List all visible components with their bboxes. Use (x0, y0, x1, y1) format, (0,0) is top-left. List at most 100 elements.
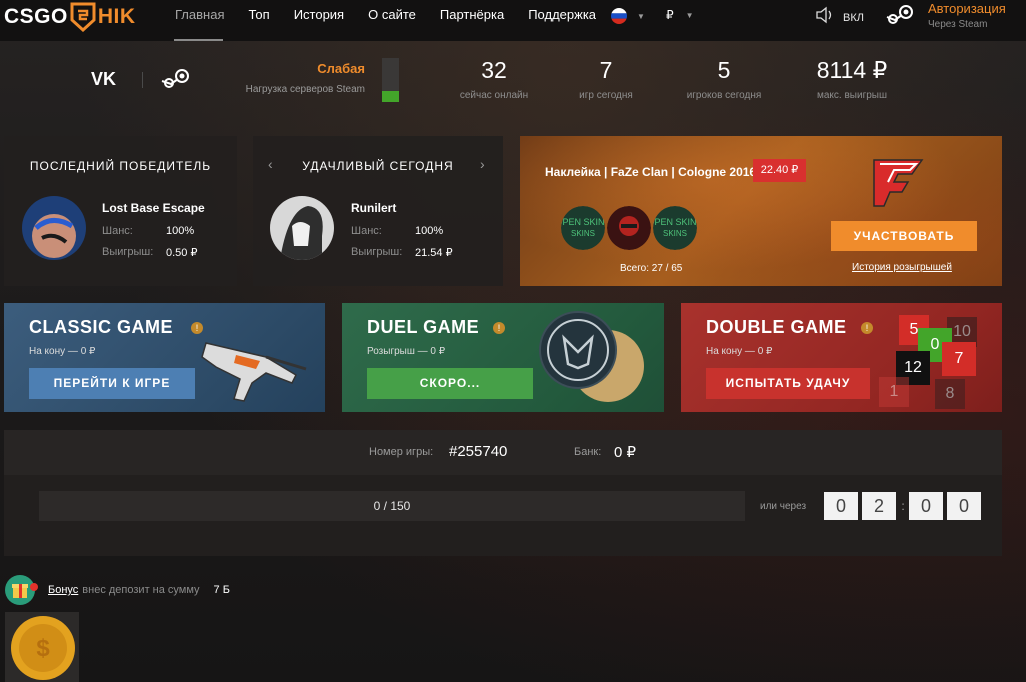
stat-value: 32 (481, 57, 507, 83)
card-title: УДАЧЛИВЫЙ СЕГОДНЯ (302, 159, 454, 173)
site-logo[interactable]: CSGO HIK (4, 0, 136, 34)
bank-value: 0 ₽ (614, 444, 637, 461)
participants-count: Всего: 27 / 65 (620, 263, 683, 274)
stat-online: 32 сейчас онлайн (453, 57, 535, 101)
win-label: Выигрыш: (102, 246, 154, 258)
info-icon[interactable]: ! (861, 322, 873, 334)
bonus-text: внес депозит на сумму (82, 584, 200, 596)
stat-games-today: 7 игр сегодня (564, 57, 648, 101)
bonus-amount: 7 Б (213, 584, 230, 596)
game-title: DOUBLE GAME (706, 317, 847, 337)
participant-avatar[interactable]: OPEN SKINS SKINS (653, 206, 697, 250)
svg-text:SKINS: SKINS (663, 229, 687, 238)
chevron-right-icon[interactable]: › (480, 156, 485, 172)
card-title: ПОСЛЕДНИЙ ПОБЕДИТЕЛЬ (29, 159, 212, 173)
double-game-panel: DOUBLE GAME ! На кону — 0 ₽ ИСПЫТАТЬ УДА… (681, 303, 1002, 412)
nav-item-top[interactable]: Топ (236, 0, 281, 41)
lucky-today-card: ‹ УДАЧЛИВЫЙ СЕГОДНЯ › Runilert Шанс: 100… (253, 136, 503, 286)
server-load-label: Нагрузка серверов Steam (245, 84, 365, 95)
winner-name[interactable]: Lost Base Escape (102, 201, 205, 215)
game-number-value: #255740 (449, 443, 508, 460)
bonus-notice: Бонус внес депозит на сумму 7 Б (5, 575, 230, 605)
chance-label: Шанс: (351, 225, 382, 237)
price-badge: 22.40 ₽ (753, 159, 806, 182)
top-navigation-bar: CSGO HIK Главная Топ История О сайте Пар… (0, 0, 1026, 41)
steam-icon[interactable] (160, 68, 192, 95)
participant-avatar[interactable]: OPEN SKINS SKINS (561, 206, 605, 250)
game-pot: На кону — 0 ₽ (706, 346, 773, 357)
russia-flag-icon (611, 8, 627, 24)
giveaway-history-link[interactable]: История розыгрышей (852, 262, 952, 273)
game-number-label: Номер игры: (369, 446, 434, 458)
timer-digit: 0 (947, 492, 981, 520)
main-nav: Главная Топ История О сайте Партнёрка По… (163, 0, 608, 41)
stat-players-today: 5 игроков сегодня (676, 57, 772, 101)
duel-game-panel: DUEL GAME ! Розыгрыш — 0 ₽ СКОРО... (342, 303, 664, 412)
giveaway-item-name: Наклейка | FaZe Clan | Cologne 2016 (545, 165, 757, 179)
sound-toggle[interactable]: ВКЛ (815, 6, 864, 29)
chevron-down-icon: ▼ (637, 11, 645, 21)
stat-label: игроков сегодня (686, 90, 762, 101)
login-title: Авторизация (928, 1, 1006, 16)
win-value: 21.54 ₽ (415, 247, 453, 259)
giveaway-banner: Наклейка | FaZe Clan | Cologne 2016 22.4… (520, 136, 1002, 286)
rifle-icon (196, 323, 316, 408)
coin-widget[interactable]: $ (5, 612, 79, 682)
chip-text: OPEN SKINS (653, 217, 697, 227)
vk-icon[interactable]: VK (91, 69, 116, 90)
stat-value: 5 (717, 57, 731, 83)
classic-game-panel: CLASSIC GAME ! На кону — 0 ₽ ПЕРЕЙТИ К И… (4, 303, 325, 412)
nav-item-partners[interactable]: Партнёрка (428, 0, 516, 41)
avatar[interactable] (270, 196, 334, 260)
current-game-panel: Номер игры: #255740 Банк: 0 ₽ 0 / 150 ил… (4, 430, 1002, 556)
stat-label: игр сегодня (579, 90, 633, 101)
timer-digit: 0 (909, 492, 943, 520)
stat-label: сейчас онлайн (459, 90, 529, 101)
game-pot: На кону — 0 ₽ (29, 346, 96, 357)
svg-text:SKINS: SKINS (571, 229, 595, 238)
notification-dot (30, 583, 38, 591)
server-load-bar (382, 58, 399, 102)
chance-value: 100% (166, 225, 195, 237)
chip-text: OPEN SKINS (561, 217, 605, 227)
double-try-luck-button[interactable]: ИСПЫТАТЬ УДАЧУ (706, 368, 870, 399)
steam-login[interactable]: Авторизация Через Steam (928, 1, 1006, 30)
player-name[interactable]: Runilert (351, 201, 396, 215)
currency-symbol: ₽ (666, 8, 674, 22)
bank-label: Банк: (574, 446, 602, 458)
currency-selector[interactable]: ₽ ▼ (666, 8, 694, 22)
steam-icon[interactable] (885, 4, 915, 31)
participant-avatar[interactable] (607, 206, 651, 250)
timer-digit: 2 (862, 492, 896, 520)
duel-soon-button[interactable]: СКОРО... (367, 368, 533, 399)
nav-item-history[interactable]: История (282, 0, 356, 41)
timer-label: или через (760, 501, 807, 512)
cs-emblem-icon (538, 308, 648, 412)
bonus-link[interactable]: Бонус (48, 584, 78, 596)
avatar[interactable] (22, 196, 86, 260)
login-subtitle: Через Steam (928, 19, 988, 30)
items-progress-text: 0 / 150 (373, 499, 411, 513)
server-load-value: Слабая (317, 61, 365, 76)
logo-shield-icon (70, 2, 96, 33)
speaker-icon (815, 6, 835, 29)
join-giveaway-button[interactable]: УЧАСТВОВАТЬ (831, 221, 977, 251)
nav-item-about[interactable]: О сайте (356, 0, 428, 41)
language-selector[interactable]: ▼ (611, 8, 645, 24)
stat-value: 7 (599, 57, 613, 83)
roulette-tile-faded: 8 (935, 379, 965, 409)
roulette-tile-faded: 1 (879, 377, 909, 407)
stat-label: макс. выигрыш (817, 90, 887, 101)
nav-item-support[interactable]: Поддержка (516, 0, 608, 41)
classic-play-button[interactable]: ПЕРЕЙТИ К ИГРЕ (29, 368, 195, 399)
logo-text-right: HIK (97, 5, 136, 28)
countdown-timer: 0 2 : 0 0 (824, 492, 985, 520)
gift-icon[interactable] (5, 575, 38, 605)
server-load-bar-fill (382, 91, 399, 102)
nav-item-home[interactable]: Главная (163, 0, 236, 41)
divider (142, 72, 143, 88)
info-icon[interactable]: ! (493, 322, 505, 334)
win-label: Выигрыш: (351, 246, 403, 258)
server-load: Слабая Нагрузка серверов Steam (243, 61, 365, 95)
roulette-tile-red: 7 (942, 342, 976, 376)
